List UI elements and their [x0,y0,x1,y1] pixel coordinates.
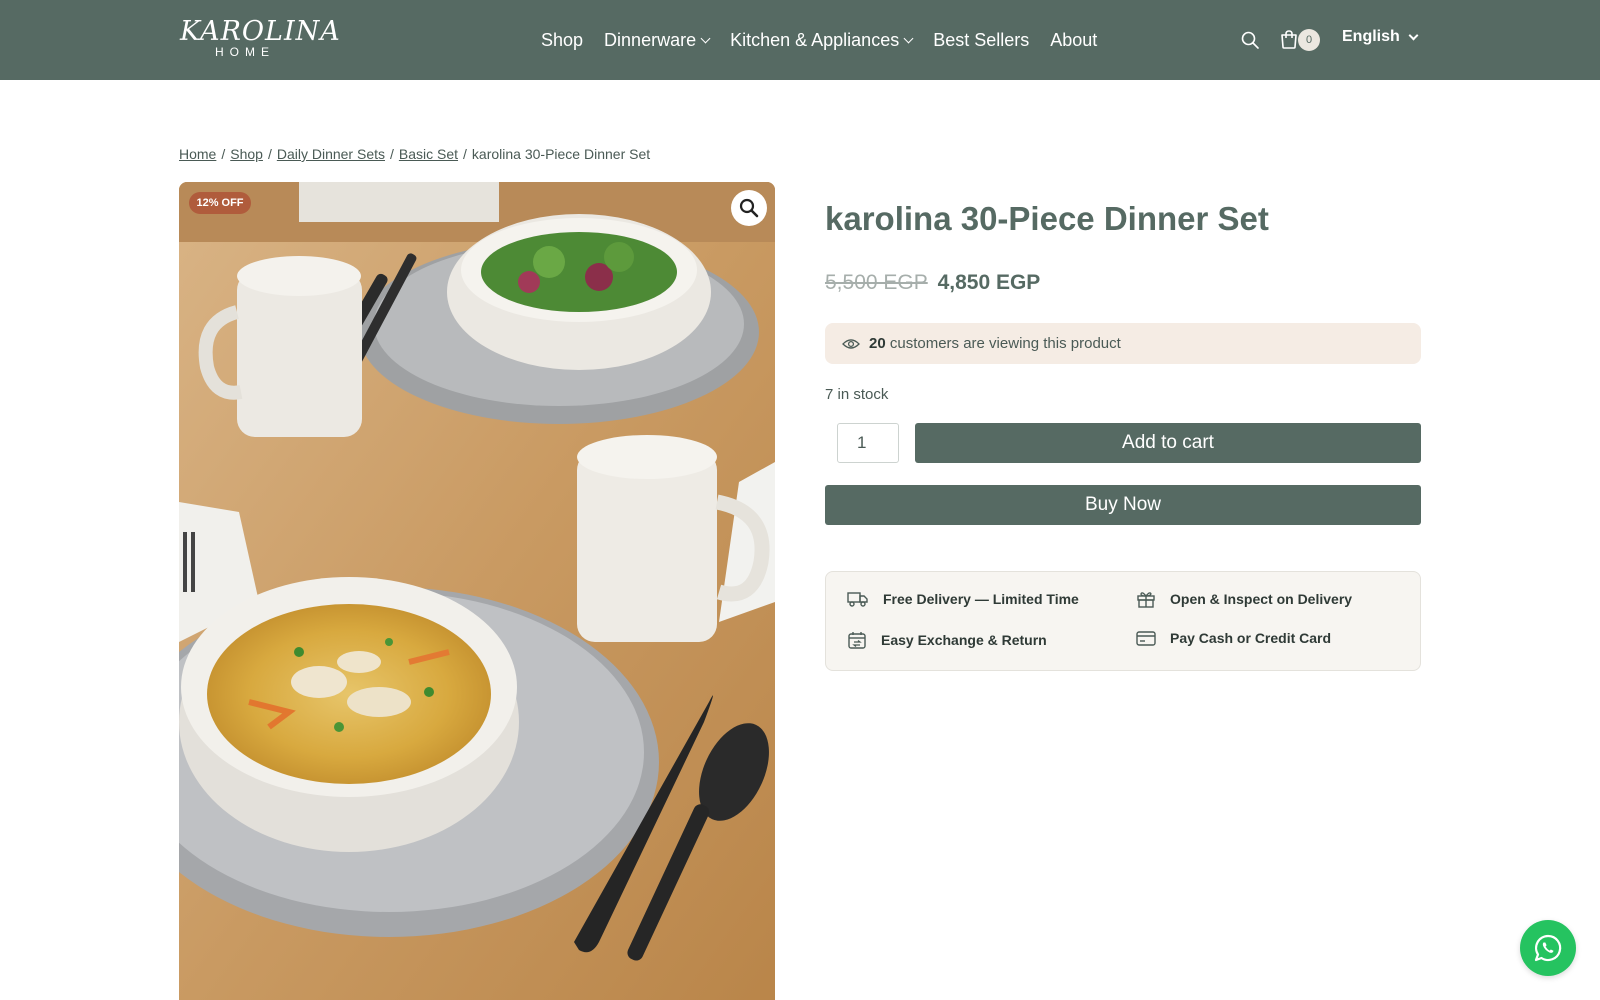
quantity-input[interactable] [837,423,899,463]
breadcrumb-link-home[interactable]: Home [179,146,216,162]
magnifier-icon [739,198,759,218]
nav-label: Dinnerware [604,29,697,50]
zoom-button[interactable] [731,190,767,226]
search-icon[interactable] [1240,30,1260,50]
add-to-cart-button[interactable]: Add to cart [915,423,1421,463]
nav-label: Best Sellers [933,29,1030,50]
credit-card-icon [1136,631,1156,646]
breadcrumb: Home / Shop / Daily Dinner Sets / Basic … [179,146,650,162]
breadcrumb-current: karolina 30-Piece Dinner Set [471,146,651,162]
nav-item-shop[interactable]: Shop [541,30,583,51]
feature-label: Easy Exchange & Return [881,632,1047,648]
logo-subtitle: HOME [215,45,275,59]
logo-wordmark: KAROLINA [180,16,341,47]
buy-now-button[interactable]: Buy Now [825,485,1421,525]
price-original: 5,500 EGP [825,271,928,294]
nav-item-best-sellers[interactable]: Best Sellers [933,30,1029,51]
breadcrumb-separator: / [221,146,226,162]
feature-easy-exchange: Easy Exchange & Return [847,630,1047,650]
nav-label: Shop [541,29,584,50]
feature-label: Open & Inspect on Delivery [1170,591,1353,607]
feature-label: Free Delivery — Limited Time [883,591,1079,607]
product-price: 5,500 EGP 4,850 EGP [825,271,1040,295]
chevron-down-icon [903,33,914,43]
features-box: Free Delivery — Limited Time Open & Insp… [825,571,1421,671]
breadcrumb-link-daily-dinner-sets[interactable]: Daily Dinner Sets [277,146,385,162]
feature-label: Pay Cash or Credit Card [1170,630,1332,646]
language-selector[interactable]: English [1342,28,1419,46]
nav-item-kitchen-appliances[interactable]: Kitchen & Appliances [730,29,914,51]
viewers-count: 20 [869,335,886,352]
whatsapp-chat-button[interactable] [1520,920,1576,976]
stock-status: 7 in stock [825,386,889,403]
chevron-down-icon [1408,30,1419,40]
breadcrumb-separator: / [267,146,272,162]
whatsapp-icon [1534,934,1562,962]
nav-label: Kitchen & Appliances [730,29,900,50]
price-sale: 4,850 EGP [937,271,1041,294]
eye-icon [842,338,860,349]
product-image[interactable] [179,182,775,1000]
viewers-text: customers are viewing this product [889,335,1121,352]
nav-item-about[interactable]: About [1050,30,1097,51]
feature-open-inspect: Open & Inspect on Delivery [1136,590,1352,608]
breadcrumb-separator: / [390,146,394,162]
feature-pay-options: Pay Cash or Credit Card [1136,630,1331,646]
sale-badge: 12% OFF [189,192,251,214]
product-photo-illustration [179,182,775,1000]
nav-item-dinnerware[interactable]: Dinnerware [604,29,711,51]
product-title: karolina 30-Piece Dinner Set [825,200,1269,237]
breadcrumb-separator: / [463,146,467,162]
main-nav: Shop Dinnerware Kitchen & Appliances Bes… [541,0,1097,80]
truck-icon [847,592,868,607]
breadcrumb-link-basic-set[interactable]: Basic Set [399,146,458,162]
site-logo[interactable]: KAROLINA HOME [180,16,341,59]
gift-icon [1137,592,1155,608]
exchange-calendar-icon [848,632,866,649]
breadcrumb-link-shop[interactable]: Shop [230,146,263,162]
live-viewers-notice: 20 customers are viewing this product [825,323,1421,364]
chevron-down-icon [700,33,711,43]
cart-icon[interactable] [1278,29,1300,51]
language-label: English [1342,28,1400,45]
site-header: KAROLINA HOME Shop Dinnerware Kitchen & … [0,0,1600,80]
nav-label: About [1050,29,1098,50]
cart-count-badge: 0 [1298,29,1320,51]
feature-free-delivery: Free Delivery — Limited Time [847,590,1079,608]
